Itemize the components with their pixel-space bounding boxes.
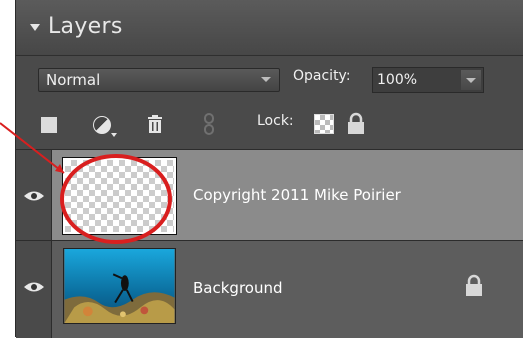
lock-all-icon[interactable] (347, 112, 365, 135)
new-layer-icon[interactable] (41, 117, 57, 133)
lock-transparency-icon[interactable] (314, 114, 334, 134)
blend-mode-dropdown[interactable]: Normal (38, 68, 280, 92)
adjustment-dropdown-icon[interactable] (111, 133, 117, 137)
adjustment-layer-icon[interactable] (93, 116, 111, 134)
visibility-toggle[interactable] (16, 241, 52, 338)
chevron-down-icon (466, 78, 476, 83)
layer-row-copyright[interactable]: Copyright 2011 Mike Poirier (16, 149, 523, 240)
opacity-dropdown-button[interactable] (461, 70, 481, 90)
lock-label: Lock: (257, 113, 294, 129)
opacity-value[interactable]: 100% (377, 71, 457, 89)
visibility-toggle[interactable] (16, 150, 52, 240)
chevron-down-icon (261, 77, 271, 82)
layer-name[interactable]: Copyright 2011 Mike Poirier (193, 186, 401, 204)
opacity-label: Opacity: (293, 68, 351, 84)
eye-icon (24, 282, 44, 292)
opacity-field[interactable]: 100% (372, 67, 484, 93)
layer-name[interactable]: Background (193, 279, 283, 297)
layer-thumbnail-photo[interactable] (63, 248, 176, 324)
layers-header[interactable]: Layers (16, 0, 523, 56)
trash-icon[interactable] (145, 114, 165, 134)
layer-thumbnail-transparent[interactable] (62, 157, 177, 235)
panel-title: Layers (48, 14, 123, 39)
lock-icon (466, 274, 482, 296)
collapse-triangle-icon[interactable] (30, 24, 40, 31)
blend-mode-value: Normal (46, 71, 101, 89)
layers-panel: Layers Normal Opacity: 100% Lock: Copyri… (15, 0, 523, 338)
layer-row-background[interactable]: Background (16, 240, 523, 338)
eye-icon (24, 191, 44, 201)
link-icon[interactable] (202, 113, 216, 135)
